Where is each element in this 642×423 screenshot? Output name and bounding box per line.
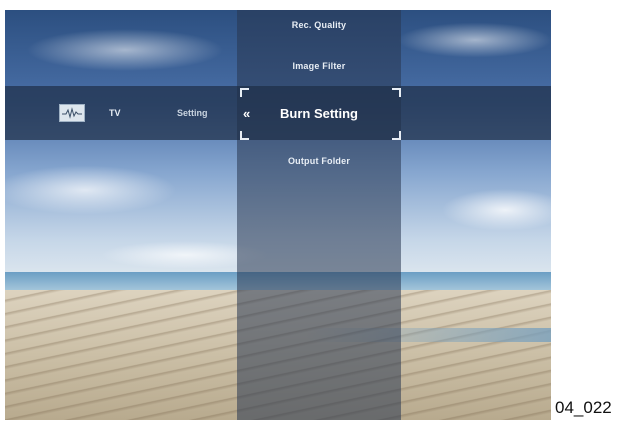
breadcrumb-section[interactable]: Setting: [177, 108, 208, 118]
selection-bracket-top-right: [392, 88, 401, 97]
menu-item-rec-quality[interactable]: Rec. Quality: [237, 20, 401, 30]
tv-waveform-icon[interactable]: [59, 104, 85, 122]
menu-item-image-filter[interactable]: Image Filter: [237, 61, 401, 71]
page: Rec. Quality Image Filter TV Setting « B…: [0, 0, 642, 423]
selection-bracket-bottom-left: [240, 131, 249, 140]
selection-bracket-bottom-right: [392, 131, 401, 140]
menu-item-output-folder[interactable]: Output Folder: [237, 156, 401, 166]
selection-bracket-top-left: [240, 88, 249, 97]
breadcrumb-source[interactable]: TV: [109, 108, 121, 118]
menu-column: [237, 10, 401, 420]
tv-screen: Rec. Quality Image Filter TV Setting « B…: [5, 10, 551, 420]
figure-caption: 04_022: [555, 398, 612, 417]
menu-item-burn-setting[interactable]: Burn Setting: [237, 106, 401, 121]
